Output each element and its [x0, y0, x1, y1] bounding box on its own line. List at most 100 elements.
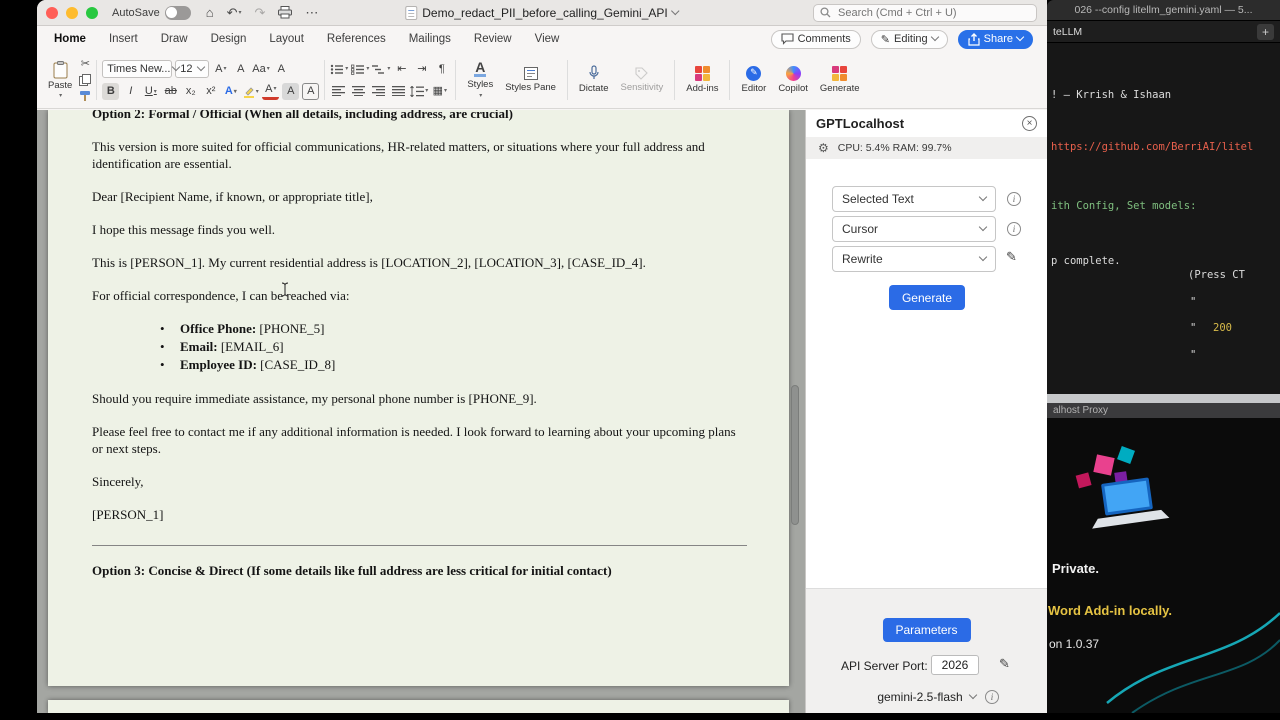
terminal-window-edge: [1047, 394, 1280, 403]
editing-mode-button[interactable]: ✎ Editing: [870, 29, 948, 49]
close-window-button[interactable]: [46, 6, 58, 19]
text-cursor: [280, 282, 290, 302]
numbered-list-button[interactable]: [351, 61, 369, 78]
superscript-button[interactable]: x²: [202, 83, 219, 100]
edit-port-icon[interactable]: ✎: [999, 656, 1010, 672]
redo-icon[interactable]: ↷: [254, 6, 265, 19]
font-name-select[interactable]: Times New...: [102, 60, 181, 78]
text-shading-button[interactable]: A: [282, 83, 300, 100]
chevron-down-icon: [671, 6, 680, 15]
font-color-button[interactable]: A: [262, 83, 280, 100]
bullet-item: Employee ID: [CASE_ID_8]: [160, 356, 747, 374]
grow-font-button[interactable]: A: [212, 61, 229, 78]
change-case-button[interactable]: Aa: [252, 61, 269, 78]
ribbon-tab[interactable]: Review: [474, 33, 512, 45]
sensitivity-button[interactable]: Sensitivity: [615, 67, 670, 93]
clear-formatting-button[interactable]: A: [273, 61, 290, 78]
align-right-button[interactable]: [370, 83, 387, 100]
more-toolbar-options-icon[interactable]: ⋯: [305, 6, 318, 19]
comments-button[interactable]: Comments: [770, 29, 861, 49]
search-box[interactable]: [813, 3, 1037, 22]
autosave-toggle[interactable]: [164, 5, 191, 20]
close-panel-icon[interactable]: ×: [1022, 116, 1037, 131]
ribbon-tab[interactable]: Home: [54, 33, 86, 45]
minimize-window-button[interactable]: [66, 6, 78, 19]
font-size-value: 12: [180, 63, 193, 75]
italic-button[interactable]: I: [122, 83, 139, 100]
print-icon[interactable]: [278, 6, 293, 19]
ribbon-tab[interactable]: Mailings: [409, 33, 451, 45]
paragraph-assistance: Should you require immediate assistance,…: [92, 391, 537, 406]
highlight-button[interactable]: [242, 83, 259, 100]
ribbon-tab[interactable]: Layout: [269, 33, 304, 45]
document-page[interactable]: Option 2: Formal / Official (When all de…: [48, 110, 789, 686]
generate-button[interactable]: Generate: [889, 285, 965, 310]
bulleted-list-button[interactable]: [330, 61, 348, 78]
share-button[interactable]: Share: [957, 29, 1033, 49]
bullet-label: Email:: [180, 339, 218, 354]
subscript-button[interactable]: x₂: [182, 83, 199, 100]
undo-icon[interactable]: ↶: [227, 6, 242, 19]
generate-addin-label: Generate: [819, 82, 860, 94]
borders-button[interactable]: ▦: [431, 83, 448, 100]
terminal-tab[interactable]: teLLM: [1053, 26, 1082, 38]
document-file-icon: [405, 5, 418, 20]
ribbon-tab[interactable]: Draw: [161, 33, 188, 45]
justify-button[interactable]: [390, 83, 407, 100]
underline-button[interactable]: U: [142, 83, 159, 100]
generate-addin-button[interactable]: Generate: [814, 65, 866, 94]
ribbon-tab[interactable]: Design: [211, 33, 247, 45]
paste-button[interactable]: Paste: [44, 59, 76, 101]
text-effects-button[interactable]: A: [222, 83, 239, 100]
show-paragraph-marks-button[interactable]: ¶: [433, 61, 450, 78]
autosave-control: AutoSave: [112, 5, 191, 20]
new-tab-button[interactable]: +: [1257, 23, 1274, 40]
ribbon-tab[interactable]: References: [327, 33, 386, 45]
character-border-button[interactable]: A: [302, 83, 320, 100]
dictate-button[interactable]: Dictate: [573, 65, 615, 94]
ribbon-tab[interactable]: Insert: [109, 33, 138, 45]
strikethrough-button[interactable]: ab: [162, 83, 179, 100]
styles-button[interactable]: A Styles: [461, 60, 499, 100]
position-dropdown[interactable]: Cursor: [832, 216, 996, 242]
parameters-button[interactable]: Parameters: [882, 618, 971, 642]
editor-button[interactable]: ✎ Editor: [735, 65, 772, 94]
info-icon[interactable]: i: [1007, 192, 1021, 206]
document-title-group[interactable]: Demo_redact_PII_before_calling_Gemini_AP…: [405, 5, 680, 20]
multilevel-list-button[interactable]: [372, 61, 390, 78]
home-icon[interactable]: ⌂: [206, 6, 214, 19]
model-dropdown[interactable]: gemini-2.5-flash: [806, 690, 1047, 704]
terminal-window[interactable]: 026 --config litellm_gemini.yaml — 5... …: [1047, 0, 1280, 403]
font-size-select[interactable]: 12: [175, 60, 210, 78]
cut-icon[interactable]: ✂: [81, 58, 90, 70]
paragraph-closing: Please feel free to contact me if any ad…: [92, 424, 736, 456]
document-scrollbar-thumb[interactable]: [791, 385, 799, 525]
align-center-button[interactable]: [350, 83, 367, 100]
edit-prompt-icon[interactable]: ✎: [1006, 249, 1017, 265]
info-icon[interactable]: i: [1007, 222, 1021, 236]
selection-dropdown[interactable]: Selected Text: [832, 186, 996, 212]
line-spacing-button[interactable]: [410, 83, 428, 100]
gear-icon[interactable]: ⚙: [818, 141, 829, 155]
info-icon[interactable]: i: [985, 690, 999, 704]
format-painter-icon[interactable]: [79, 90, 91, 102]
zoom-window-button[interactable]: [86, 6, 98, 19]
indent-button[interactable]: ⇥: [413, 61, 430, 78]
port-input[interactable]: [931, 655, 979, 675]
action-dropdown[interactable]: Rewrite: [832, 246, 996, 272]
copy-icon[interactable]: [79, 73, 92, 86]
ribbon-tabs: Home Insert Draw Design Layout References Mail…: [54, 33, 559, 45]
search-input[interactable]: [836, 5, 1030, 20]
align-left-button[interactable]: [330, 83, 347, 100]
styles-pane-button[interactable]: Styles Pane: [499, 66, 562, 93]
ribbon-tab[interactable]: View: [535, 33, 560, 45]
localhost-proxy-window[interactable]: alhost Proxy Private. Word Add-in locall…: [1047, 403, 1280, 713]
bold-button[interactable]: B: [102, 83, 120, 100]
shrink-font-button[interactable]: A: [232, 61, 249, 78]
paragraph-contact-intro: For official correspondence, I can be re…: [92, 288, 350, 303]
outdent-button[interactable]: ⇤: [393, 61, 410, 78]
add-ins-button[interactable]: Add-ins: [680, 65, 724, 94]
terminal-line: ": [1190, 322, 1197, 334]
group-separator: [566, 60, 568, 100]
copilot-button[interactable]: Copilot: [772, 65, 814, 94]
